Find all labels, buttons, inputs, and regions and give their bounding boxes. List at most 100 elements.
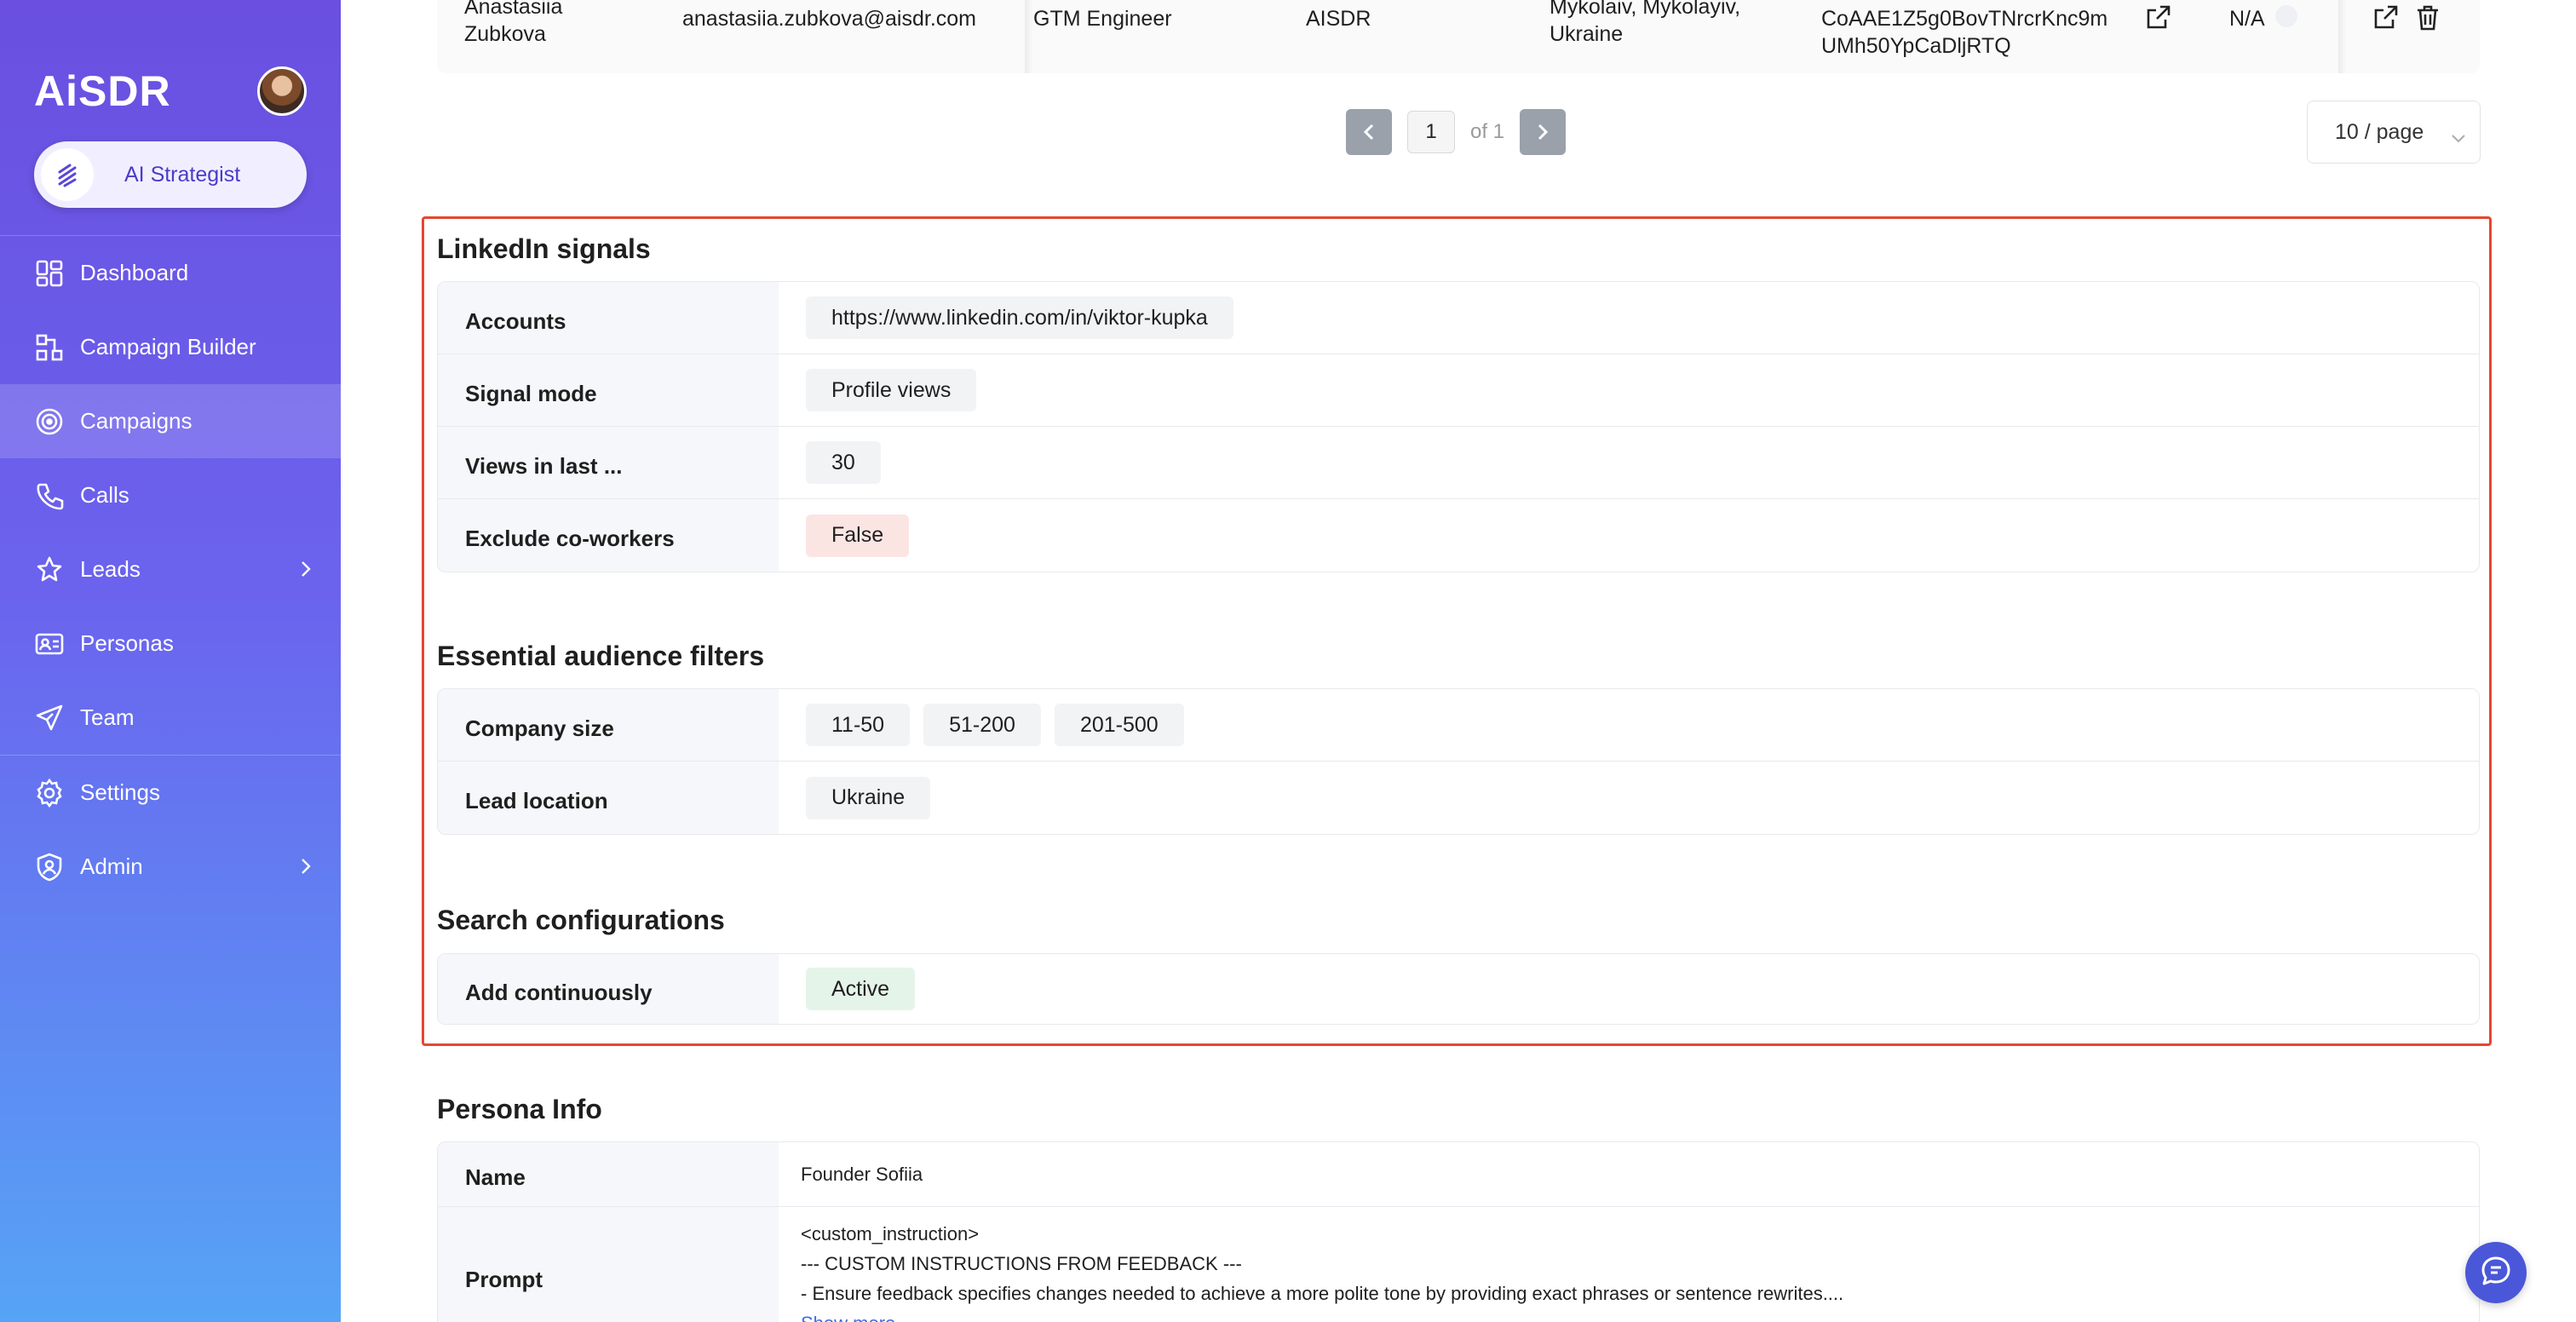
sidebar-item-label: Personas	[80, 630, 174, 656]
kv-key: Add continuously	[438, 954, 779, 1024]
section-title-search-config: Search configurations	[437, 905, 725, 935]
dashboard-icon	[34, 258, 65, 289]
kv-value: 11-50 51-200 201-500	[779, 689, 2479, 761]
prompt-line: - Ensure feedback specifies changes need…	[801, 1283, 1844, 1304]
paper-plane-icon	[34, 703, 65, 733]
column-shadow	[2338, 0, 2347, 73]
sidebar-item-personas[interactable]: Personas	[0, 606, 341, 681]
call-icon[interactable]	[2275, 5, 2297, 27]
page-size-value: 10 / page	[2335, 119, 2424, 144]
kv-key: Exclude co-workers	[438, 499, 779, 572]
lead-location-line: Mykolaiv, Mykolayiv,	[1550, 0, 1741, 19]
table-row[interactable]: Anastasiia Zubkova anastasiia.zubkova@ai…	[437, 0, 2480, 73]
prompt-line: --- CUSTOM INSTRUCTIONS FROM FEEDBACK --…	[801, 1253, 1242, 1274]
lead-company: AISDR	[1306, 7, 1371, 31]
kv-row-prompt: Prompt <custom_instruction> --- CUSTOM I…	[438, 1207, 2479, 1322]
lead-location-line: Ukraine	[1550, 22, 1624, 46]
page-size-select[interactable]: 10 / page	[2307, 101, 2481, 164]
kv-row-views: Views in last ... 30	[438, 427, 2479, 499]
campaign-builder-icon	[34, 332, 65, 363]
kv-value: https://www.linkedin.com/in/viktor-kupka	[779, 282, 2479, 353]
kv-key: Accounts	[438, 282, 779, 353]
prompt-value: <custom_instruction> --- CUSTOM INSTRUCT…	[779, 1207, 1843, 1322]
persona-name-value: Founder Sofiia	[801, 1163, 923, 1185]
sidebar: AiSDR AI Strategist Dashboard Campaign B…	[0, 0, 341, 1322]
kv-row-persona-name: Name Founder Sofiia	[438, 1142, 2479, 1207]
external-link-icon[interactable]	[2143, 3, 2172, 32]
sidebar-item-calls[interactable]: Calls	[0, 458, 341, 532]
chat-bubble-icon	[2479, 1254, 2513, 1292]
lead-linkedin-id-line: CoAAE1Z5g0BovTNrcrKnc9m	[1821, 7, 2108, 31]
shield-user-icon	[34, 852, 65, 882]
trash-icon[interactable]	[2413, 3, 2442, 32]
company-size-tag: 201-500	[1054, 704, 1184, 746]
chevron-right-icon	[300, 558, 312, 584]
sidebar-nav: Dashboard Campaign Builder Campaigns Cal…	[0, 235, 341, 904]
ai-strategist-button[interactable]: AI Strategist	[34, 141, 307, 208]
id-card-icon	[34, 629, 65, 659]
kv-row-signal-mode: Signal mode Profile views	[438, 354, 2479, 427]
lead-title: GTM Engineer	[1033, 7, 1172, 31]
signal-mode-tag: Profile views	[806, 369, 977, 411]
next-page-button[interactable]	[1520, 109, 1567, 155]
kv-value: Ukraine	[779, 762, 2479, 834]
sidebar-item-dashboard[interactable]: Dashboard	[0, 236, 341, 310]
sidebar-item-label: Team	[80, 704, 135, 730]
current-page[interactable]: 1	[1407, 111, 1455, 153]
sidebar-item-label: Campaigns	[80, 408, 193, 434]
section-title-persona-info: Persona Info	[437, 1094, 602, 1124]
chevron-down-icon	[2451, 125, 2466, 150]
page-total: of 1	[1470, 120, 1505, 143]
user-avatar[interactable]	[257, 66, 307, 116]
star-person-icon	[34, 555, 65, 585]
sidebar-item-label: Calls	[80, 482, 129, 508]
sidebar-item-label: Leads	[80, 556, 141, 582]
linkedin-signals-table: Accounts https://www.linkedin.com/in/vik…	[437, 281, 2480, 572]
kv-row-lead-location: Lead location Ukraine	[438, 762, 2479, 834]
prev-page-button[interactable]	[1346, 109, 1392, 155]
sidebar-item-label: Settings	[80, 779, 160, 805]
kv-key: Views in last ...	[438, 427, 779, 498]
strategist-icon	[41, 148, 94, 201]
prompt-line: <custom_instruction>	[801, 1223, 980, 1244]
lead-phone: N/A	[2229, 7, 2265, 31]
main-content: Anastasiia Zubkova anastasiia.zubkova@ai…	[341, 0, 2576, 1322]
company-size-tag: 11-50	[806, 704, 911, 746]
chat-support-button[interactable]	[2465, 1242, 2527, 1303]
column-shadow	[1025, 0, 1033, 73]
sidebar-item-campaigns[interactable]: Campaigns	[0, 384, 341, 458]
search-config-table: Add continuously Active	[437, 953, 2480, 1025]
sidebar-item-label: Admin	[80, 854, 143, 879]
account-tag: https://www.linkedin.com/in/viktor-kupka	[806, 296, 1233, 339]
lead-location: Mykolaiv, Mykolayiv, Ukraine	[1550, 0, 1740, 48]
lead-linkedin-id: CoAAE1Z5g0BovTNrcrKnc9m UMh50YpCaDljRTQ	[1821, 5, 2107, 60]
persona-info-table: Name Founder Sofiia Prompt <custom_instr…	[437, 1141, 2480, 1322]
sidebar-item-team[interactable]: Team	[0, 681, 341, 755]
show-more-link[interactable]: Show more	[801, 1308, 1843, 1322]
lead-first-name: Anastasiia	[464, 0, 563, 19]
lead-name: Anastasiia Zubkova	[464, 0, 562, 48]
sidebar-item-leads[interactable]: Leads	[0, 532, 341, 606]
external-link-icon[interactable]	[2371, 3, 2400, 32]
phone-icon	[34, 480, 65, 511]
kv-value: Founder Sofiia	[779, 1142, 2479, 1206]
kv-value: 30	[779, 427, 2479, 498]
sidebar-item-label: Campaign Builder	[80, 334, 256, 359]
brand-logo[interactable]: AiSDR	[34, 66, 171, 116]
sidebar-item-admin[interactable]: Admin	[0, 830, 341, 904]
lead-last-name: Zubkova	[464, 22, 546, 46]
sidebar-item-campaign-builder[interactable]: Campaign Builder	[0, 310, 341, 384]
kv-key: Signal mode	[438, 354, 779, 426]
section-title-audience-filters: Essential audience filters	[437, 641, 765, 671]
company-size-tag: 51-200	[923, 704, 1041, 746]
kv-key: Lead location	[438, 762, 779, 834]
kv-value: Active	[779, 954, 2479, 1024]
sidebar-item-settings[interactable]: Settings	[0, 756, 341, 830]
pagination: 1 of 1	[1346, 109, 1567, 155]
target-icon	[34, 406, 65, 437]
lead-email: anastasiia.zubkova@aisdr.com	[682, 7, 976, 31]
kv-key: Prompt	[438, 1207, 779, 1322]
kv-row-company-size: Company size 11-50 51-200 201-500	[438, 689, 2479, 762]
gear-icon	[34, 778, 65, 808]
kv-value: Profile views	[779, 354, 2479, 426]
